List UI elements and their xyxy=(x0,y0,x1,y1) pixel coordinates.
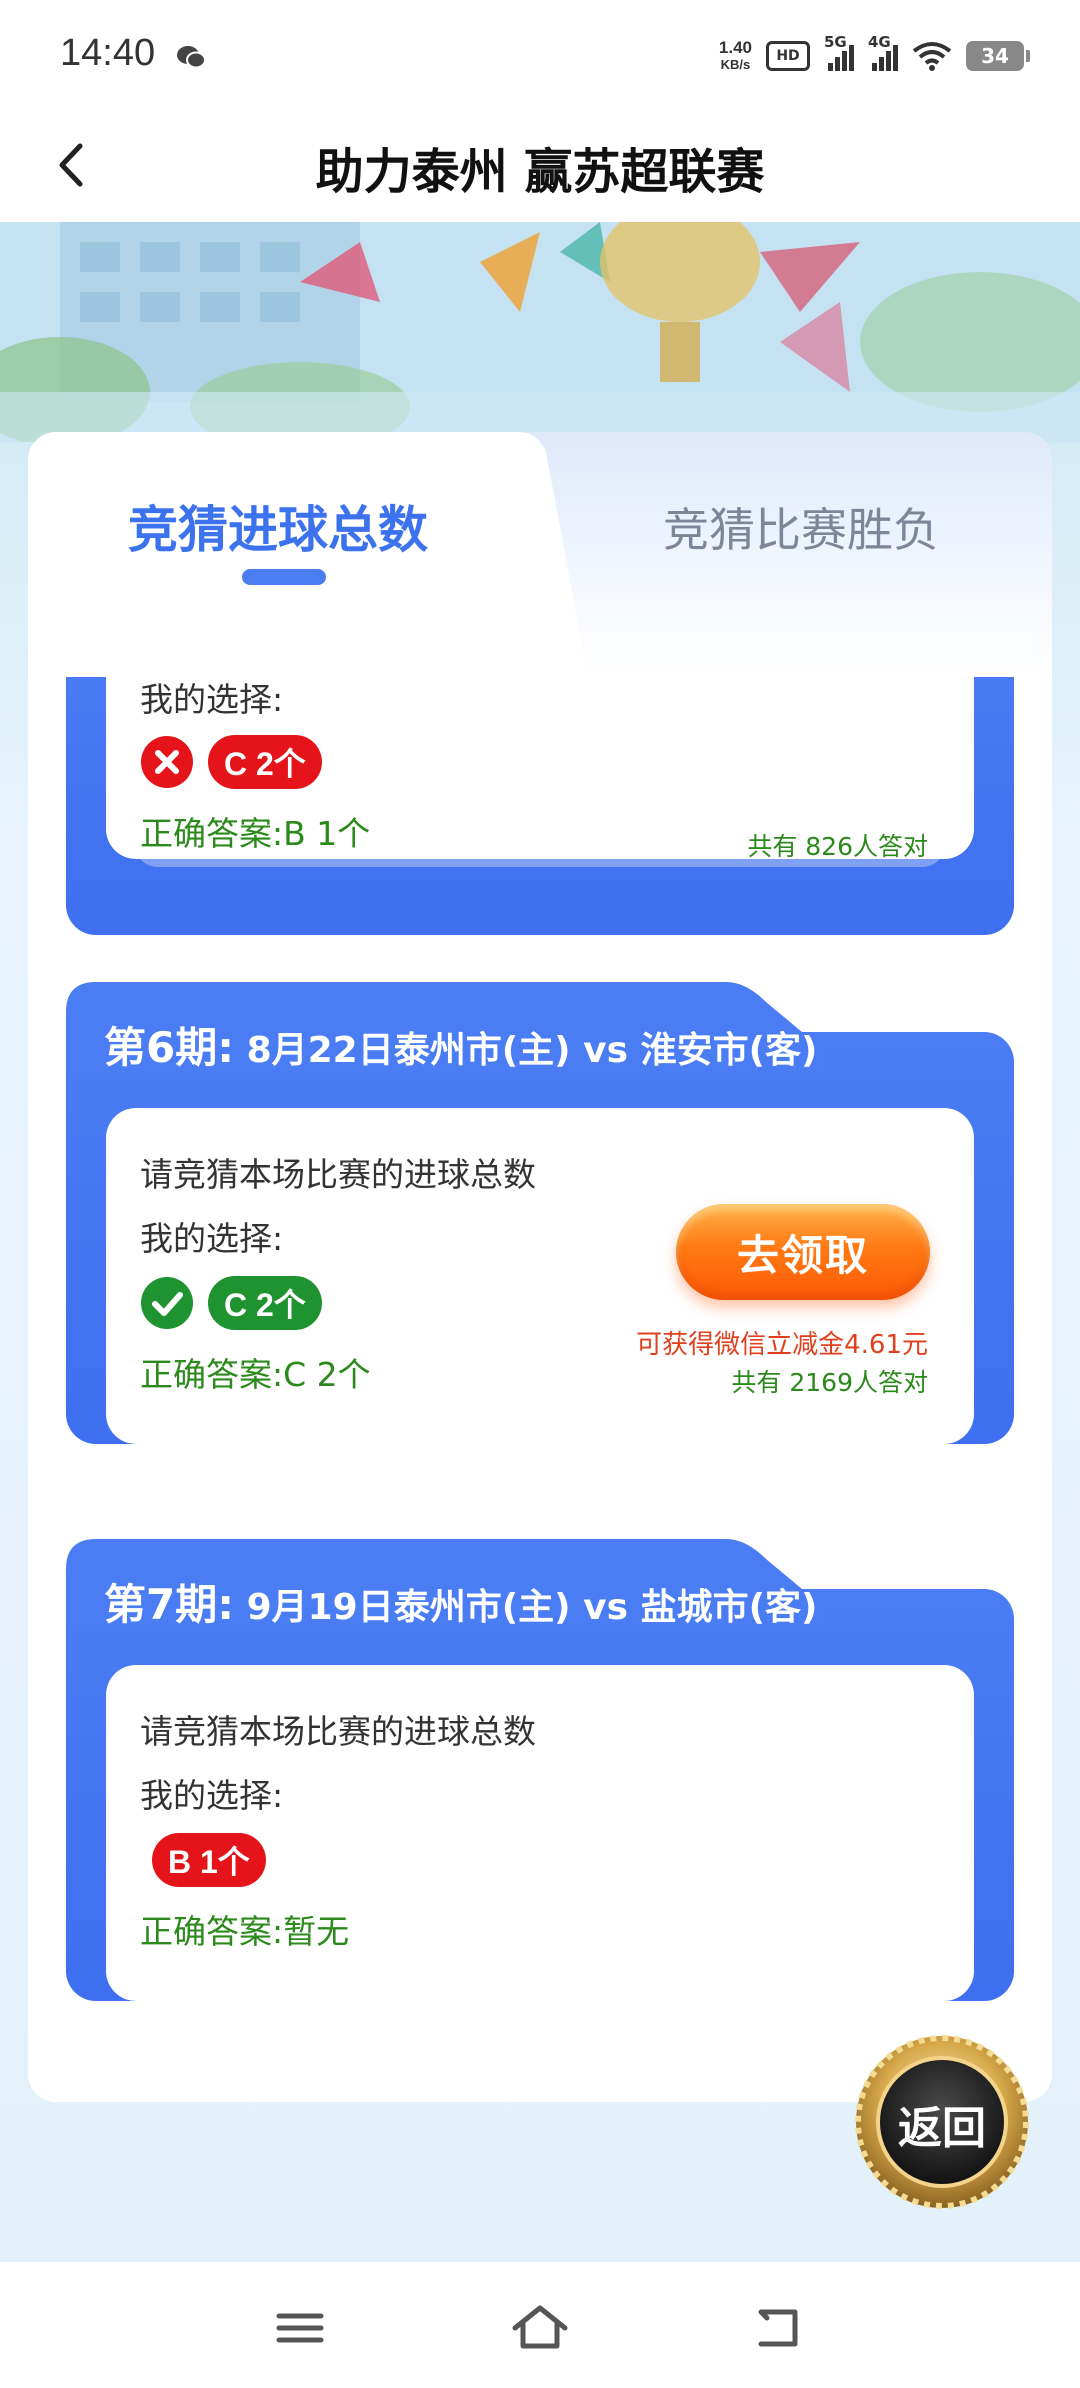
return-label: 返回 xyxy=(898,2103,986,2154)
back-nav-icon[interactable] xyxy=(745,2298,815,2358)
page-title: 助力泰州 赢苏超联赛 xyxy=(315,144,765,200)
question-text: 请竞猜本场比赛的进球总数 xyxy=(140,1155,536,1194)
inner-card: 请竞猜本场比赛的进球总数 我的选择: B 1个 正确答案:暂无 xyxy=(106,1665,974,2001)
correct-answer: 正确答案:C 2个 xyxy=(140,1355,371,1394)
choice-pill: C 2个 xyxy=(208,735,322,789)
inner-card: 我的选择: C 2个 正确答案:B 1个 共有 826人答对 xyxy=(106,677,974,861)
tab-bar: 竞猜进球总数 竞猜比赛胜负 xyxy=(28,432,1052,677)
tab-guess-goals[interactable]: 竞猜进球总数 xyxy=(128,490,428,562)
reward-text: 可获得微信立减金4.61元 xyxy=(636,1330,928,1360)
home-icon[interactable] xyxy=(505,2298,575,2358)
period-number: 第6期: xyxy=(104,1023,235,1072)
my-choice-row: B 1个 xyxy=(152,1833,266,1887)
tab-guess-result[interactable]: 竞猜比赛胜负 xyxy=(663,494,939,560)
my-choice-label: 我的选择: xyxy=(140,680,284,719)
period-title: 第7期: 9月19日泰州市(主) vs 盐城市(客) xyxy=(104,1571,818,1632)
claim-button[interactable]: 去领取 xyxy=(676,1204,930,1300)
tab-active-indicator xyxy=(242,569,326,585)
my-choice-row: C 2个 xyxy=(140,1276,322,1330)
wrong-icon xyxy=(141,736,193,788)
question-text: 请竞猜本场比赛的进球总数 xyxy=(140,1712,536,1751)
period-card: 我的选择: C 2个 正确答案:B 1个 共有 826人答对 xyxy=(66,677,1014,935)
choice-pill: C 2个 xyxy=(208,1276,322,1330)
return-button[interactable]: 返回 xyxy=(852,2032,1032,2212)
net-speed-value: 1.40 xyxy=(718,38,752,57)
hero-illustration xyxy=(0,222,1080,442)
signal-5g-icon: 5G xyxy=(824,33,854,71)
my-choice-row: C 2个 xyxy=(140,735,322,789)
menu-icon[interactable] xyxy=(265,2298,335,2358)
hd-badge: HD xyxy=(766,41,810,71)
period-number: 第7期: xyxy=(104,1580,235,1629)
correct-count: 共有 826人答对 xyxy=(747,832,928,861)
period-title: 第6期: 8月22日泰州市(主) vs 淮安市(客) xyxy=(104,1014,818,1075)
choice-pill: B 1个 xyxy=(152,1833,266,1887)
net-speed: 1.40 KB/s xyxy=(719,39,752,73)
wifi-icon xyxy=(912,42,952,71)
signal-4g-icon: 4G xyxy=(868,33,898,71)
header: 助力泰州 赢苏超联赛 xyxy=(0,110,1080,222)
period-match: 8月22日泰州市(主) vs 淮安市(客) xyxy=(246,1030,818,1071)
wechat-icon xyxy=(177,46,206,69)
net-speed-unit: KB/s xyxy=(720,57,751,72)
status-time: 14:40 xyxy=(60,32,156,74)
correct-answer: 正确答案:B 1个 xyxy=(140,814,371,853)
period-card: 第7期: 9月19日泰州市(主) vs 盐城市(客) 请竞猜本场比赛的进球总数 … xyxy=(66,1539,1014,2001)
check-icon xyxy=(141,1277,193,1329)
system-nav-bar xyxy=(0,2262,1080,2388)
period-card: 第6期: 8月22日泰州市(主) vs 淮安市(客) 请竞猜本场比赛的进球总数 … xyxy=(66,982,1014,1444)
inner-card: 请竞猜本场比赛的进球总数 我的选择: C 2个 正确答案:C 2个 去领取 可获… xyxy=(106,1108,974,1444)
signal-5g-label: 5G xyxy=(824,33,847,51)
correct-count: 共有 2169人答对 xyxy=(731,1368,928,1397)
my-choice-label: 我的选择: xyxy=(140,1776,284,1815)
period-match: 9月19日泰州市(主) vs 盐城市(客) xyxy=(246,1587,818,1628)
status-indicators: 1.40 KB/s HD 5G 4G 34 xyxy=(719,33,1030,78)
correct-answer: 正确答案:暂无 xyxy=(140,1912,350,1951)
signal-4g-label: 4G xyxy=(868,33,891,51)
my-choice-label: 我的选择: xyxy=(140,1219,284,1258)
periods-list[interactable]: 我的选择: C 2个 正确答案:B 1个 共有 826人答对 第6期: 8月22… xyxy=(28,677,1052,2102)
status-bar: 14:40 1.40 KB/s HD 5G 4G 34 xyxy=(0,0,1080,110)
main-panel: 竞猜进球总数 竞猜比赛胜负 我的选择: C 2个 正确答案:B 1个 共有 82… xyxy=(28,432,1052,2102)
battery-icon: 34 xyxy=(966,41,1030,71)
